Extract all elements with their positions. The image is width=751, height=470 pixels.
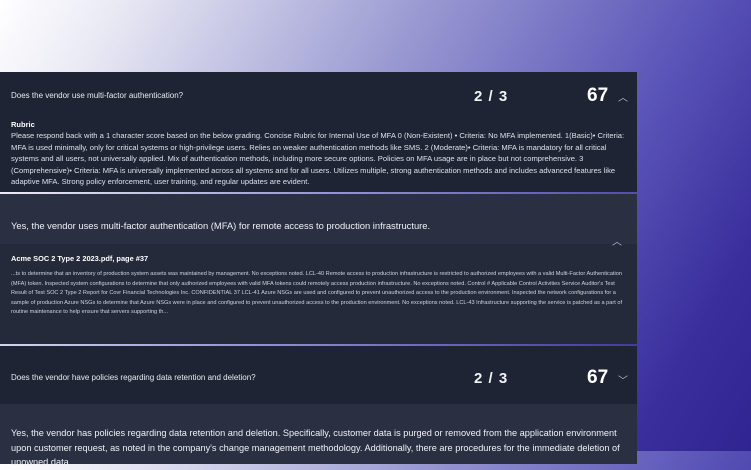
- rubric-title: Rubric: [11, 120, 35, 129]
- question-card-mfa[interactable]: Does the vendor use multi-factor authent…: [0, 72, 637, 192]
- chevron-up-icon[interactable]: ︿: [612, 233, 622, 248]
- response-card-mfa: Yes, the vendor uses multi-factor authen…: [0, 194, 637, 344]
- chevron-up-icon[interactable]: ︿: [618, 89, 628, 104]
- response-text: Yes, the vendor has policies regarding d…: [11, 428, 620, 467]
- chevron-down-icon[interactable]: ﹀: [618, 372, 628, 387]
- question-text: Does the vendor have policies regarding …: [11, 373, 256, 382]
- question-card-retention[interactable]: Does the vendor have policies regarding …: [0, 346, 637, 408]
- question-score: 2 / 3: [474, 88, 509, 105]
- response-card-retention: Yes, the vendor has policies regarding d…: [0, 404, 637, 467]
- response-text: Yes, the vendor uses multi-factor authen…: [11, 220, 431, 231]
- question-text: Does the vendor use multi-factor authent…: [11, 91, 184, 100]
- source-document-title[interactable]: Acme SOC 2 Type 2 2023.pdf, page #37: [11, 254, 148, 263]
- question-total: 67: [587, 85, 609, 106]
- question-total: 67: [587, 367, 609, 388]
- question-score: 2 / 3: [474, 370, 509, 387]
- rubric-text: Please respond back with a 1 character s…: [11, 131, 625, 186]
- source-excerpt: ...ts to determine that an inventory of …: [11, 271, 622, 315]
